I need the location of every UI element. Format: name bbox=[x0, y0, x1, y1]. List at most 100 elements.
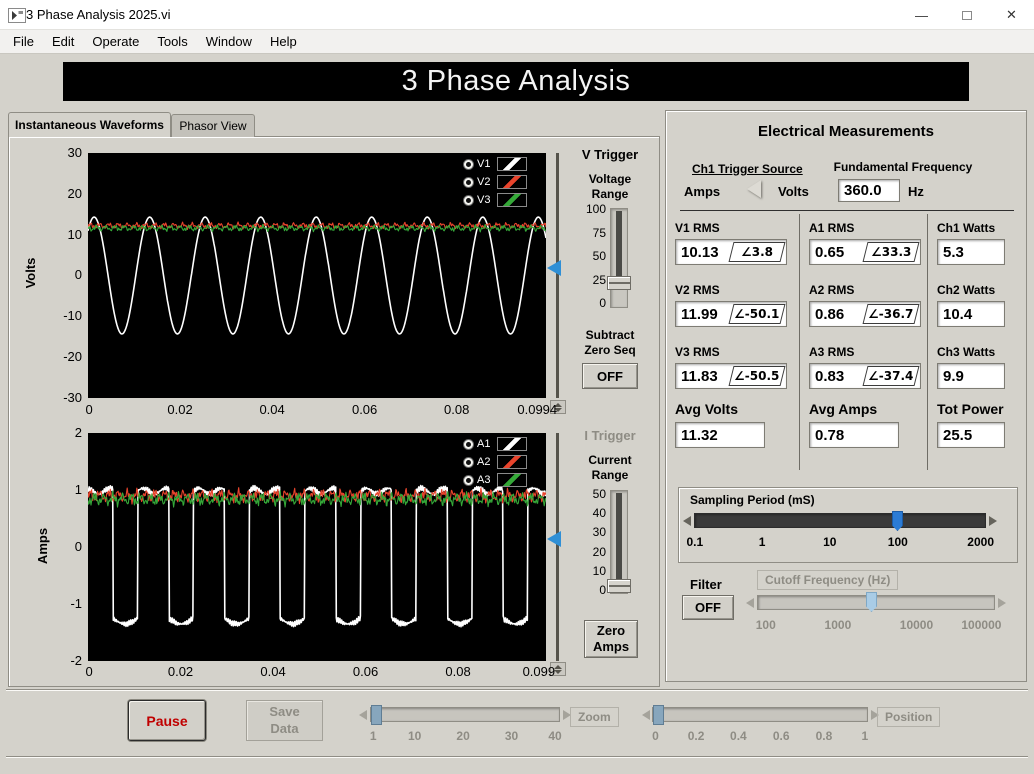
position-slider[interactable] bbox=[652, 707, 868, 722]
voltage-axis-label: Volts bbox=[23, 257, 38, 289]
tab-instantaneous-waveforms[interactable]: Instantaneous Waveforms bbox=[8, 112, 171, 137]
footer-divider bbox=[6, 689, 1028, 691]
ytick: 2 bbox=[74, 425, 82, 440]
cutoff-frequency-scale: 100 1000 10000 100000 bbox=[756, 618, 1002, 632]
voltage-range-scale: 100 75 50 25 0 bbox=[578, 202, 606, 310]
v3-line-swatch[interactable] bbox=[497, 193, 527, 207]
divider bbox=[927, 214, 928, 470]
voltage-range-slider[interactable] bbox=[610, 208, 628, 308]
legend-item-a2[interactable]: A2 bbox=[463, 453, 527, 471]
minimize-button[interactable]: — bbox=[899, 0, 944, 30]
menu-window[interactable]: Window bbox=[197, 31, 261, 52]
tab-phasor-view[interactable]: Phasor View bbox=[171, 114, 255, 137]
i-trigger-cursor[interactable] bbox=[547, 531, 561, 547]
v1-line-swatch[interactable] bbox=[497, 157, 527, 171]
menu-tools[interactable]: Tools bbox=[148, 31, 196, 52]
sampling-slider-right-arrow[interactable] bbox=[989, 516, 997, 526]
current-range-thumb[interactable] bbox=[607, 579, 631, 593]
save-data-button[interactable]: Save Data bbox=[246, 700, 323, 741]
legend-item-a1[interactable]: A1 bbox=[463, 435, 527, 453]
v3-rms-value: 11.83 ∠-50.5 bbox=[675, 363, 787, 389]
zoom-slider-left-arrow[interactable] bbox=[359, 710, 367, 720]
avg-amps-value: 0.78 bbox=[809, 422, 899, 448]
ch1-watts-label: Ch1 Watts bbox=[937, 221, 996, 235]
divider bbox=[680, 210, 1014, 211]
scale-tick: 0 bbox=[652, 729, 659, 743]
a3-radio-icon[interactable] bbox=[463, 474, 474, 486]
scale-tick: 0.8 bbox=[815, 729, 833, 743]
legend-item-v1[interactable]: V1 bbox=[463, 155, 527, 173]
position-label: Position bbox=[877, 707, 941, 727]
ytick: -2 bbox=[70, 653, 82, 668]
xtick: 0.08 bbox=[445, 664, 471, 679]
menu-edit[interactable]: Edit bbox=[43, 31, 83, 52]
xtick: 0.02 bbox=[167, 664, 194, 679]
maximize-icon bbox=[961, 10, 972, 20]
i-trigger-track[interactable] bbox=[556, 433, 559, 661]
ch2-watts-label: Ch2 Watts bbox=[937, 283, 996, 297]
xtick: 0 bbox=[85, 402, 93, 417]
avg-volts-number: 11.32 bbox=[681, 426, 718, 444]
ch1-trigger-source-switch[interactable] bbox=[733, 180, 775, 198]
cutoff-slider-left-arrow[interactable] bbox=[746, 598, 754, 608]
ytick: 0 bbox=[74, 267, 82, 283]
titlebar: 3 Phase Analysis 2025.vi — ✕ bbox=[0, 0, 1034, 30]
a2-radio-icon[interactable] bbox=[463, 456, 474, 468]
position-thumb[interactable] bbox=[653, 705, 664, 725]
sampling-slider-left-arrow[interactable] bbox=[683, 516, 691, 526]
v3-radio-icon[interactable] bbox=[463, 194, 474, 206]
subtract-zero-seq-button[interactable]: OFF bbox=[582, 363, 638, 389]
measurements-title: Electrical Measurements bbox=[758, 123, 934, 140]
ch2-watts-value: 10.4 bbox=[937, 301, 1005, 327]
i-trigger-title: I Trigger bbox=[584, 428, 636, 443]
voltage-x-ticks: 0 0.02 0.04 0.06 0.08 0.0994 bbox=[85, 402, 557, 417]
zoom-slider[interactable] bbox=[370, 707, 560, 722]
menubar: File Edit Operate Tools Window Help bbox=[0, 30, 1034, 54]
v2-radio-icon[interactable] bbox=[463, 176, 474, 188]
v2-rms-number: 11.99 bbox=[681, 305, 718, 323]
filter-off-button[interactable]: OFF bbox=[682, 595, 734, 620]
position-slider-left-arrow[interactable] bbox=[642, 710, 650, 720]
a2-rms-value: 0.86 ∠-36.7 bbox=[809, 301, 921, 327]
legend-item-v2[interactable]: V2 bbox=[463, 173, 527, 191]
voltage-range-thumb[interactable] bbox=[607, 276, 631, 290]
scale-tick: 100 bbox=[585, 202, 606, 216]
menu-file[interactable]: File bbox=[4, 31, 43, 52]
scale-tick: 0 bbox=[599, 296, 606, 310]
sampling-period-slider[interactable] bbox=[694, 513, 986, 528]
legend-item-v3[interactable]: V3 bbox=[463, 191, 527, 209]
spin-down-icon bbox=[554, 669, 562, 674]
v1-rms-value: 10.13 ∠3.8 bbox=[675, 239, 787, 265]
ch3-watts-label: Ch3 Watts bbox=[937, 345, 996, 359]
v2-phase-angle: ∠-50.1 bbox=[728, 304, 786, 324]
a1-radio-icon[interactable] bbox=[463, 438, 474, 450]
fundamental-frequency-value[interactable]: 360.0 bbox=[838, 179, 900, 202]
tab-instantaneous-label: Instantaneous Waveforms bbox=[15, 118, 164, 132]
menu-help[interactable]: Help bbox=[261, 31, 306, 52]
scale-tick: 0.2 bbox=[687, 729, 705, 743]
v1-radio-icon[interactable] bbox=[463, 158, 474, 170]
v-trigger-cursor[interactable] bbox=[547, 260, 561, 276]
menu-operate[interactable]: Operate bbox=[83, 31, 148, 52]
maximize-button[interactable] bbox=[944, 0, 989, 30]
zoom-thumb[interactable] bbox=[371, 705, 382, 725]
pause-button[interactable]: Pause bbox=[128, 700, 206, 741]
a3-line-swatch[interactable] bbox=[497, 473, 527, 487]
scale-tick: 1 bbox=[861, 729, 869, 743]
close-button[interactable]: ✕ bbox=[989, 0, 1034, 30]
a1-line-swatch[interactable] bbox=[497, 437, 527, 451]
hz-unit-label: Hz bbox=[908, 184, 924, 199]
zoom-label: Zoom bbox=[570, 707, 619, 727]
zero-amps-button[interactable]: Zero Amps bbox=[584, 620, 638, 658]
ytick: 30 bbox=[67, 145, 82, 160]
a1-phase-angle: ∠33.3 bbox=[862, 242, 920, 262]
voltage-y-ticks: 30 20 10 0 -10 -20 -30 bbox=[44, 145, 82, 405]
scale-tick: 0.4 bbox=[730, 729, 747, 743]
cutoff-slider-right-arrow[interactable] bbox=[998, 598, 1006, 608]
tab-phasor-view-label: Phasor View bbox=[179, 119, 247, 133]
save-data-button-label: Save Data bbox=[269, 704, 300, 736]
legend-item-a3[interactable]: A3 bbox=[463, 471, 527, 489]
a2-line-swatch[interactable] bbox=[497, 455, 527, 469]
scale-tick: 10 bbox=[407, 729, 422, 743]
v2-line-swatch[interactable] bbox=[497, 175, 527, 189]
